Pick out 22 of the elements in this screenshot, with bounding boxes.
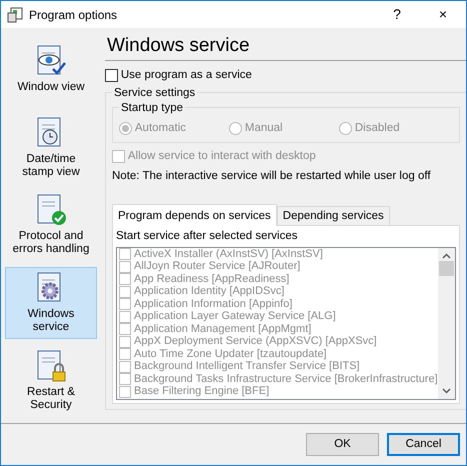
sidebar-item[interactable]: Window view: [5, 34, 97, 106]
cancel-button[interactable]: Cancel: [387, 433, 460, 456]
lock-document-icon: [35, 350, 67, 382]
list-caption: Start service after selected services: [116, 228, 299, 244]
window-title: Program options: [29, 6, 118, 24]
ok-button[interactable]: OK: [306, 433, 379, 456]
scroll-thumb[interactable]: [438, 260, 454, 276]
scrollbar[interactable]: [438, 248, 455, 399]
sidebar-item[interactable]: Protocol and errors handling: [5, 190, 97, 262]
close-button[interactable]: ×: [420, 4, 466, 25]
note-text: Note: The interactive service will be restarted while user log off: [112, 169, 432, 184]
check-document-icon: [35, 194, 67, 226]
help-button[interactable]: ?: [374, 4, 420, 25]
sidebar-item[interactable]: Date/time stamp view: [5, 112, 97, 184]
scroll-up-icon[interactable]: [442, 252, 451, 259]
scroll-down-icon[interactable]: [442, 388, 451, 394]
sidebar-item[interactable]: Windows service: [5, 267, 97, 340]
app-icon: [7, 6, 23, 22]
eye-document-icon: [35, 45, 67, 78]
page-heading: Windows service: [105, 32, 466, 61]
use-service-checkbox[interactable]: Use program as a service: [105, 67, 466, 84]
sidebar-item[interactable]: Restart & Security: [5, 345, 97, 417]
